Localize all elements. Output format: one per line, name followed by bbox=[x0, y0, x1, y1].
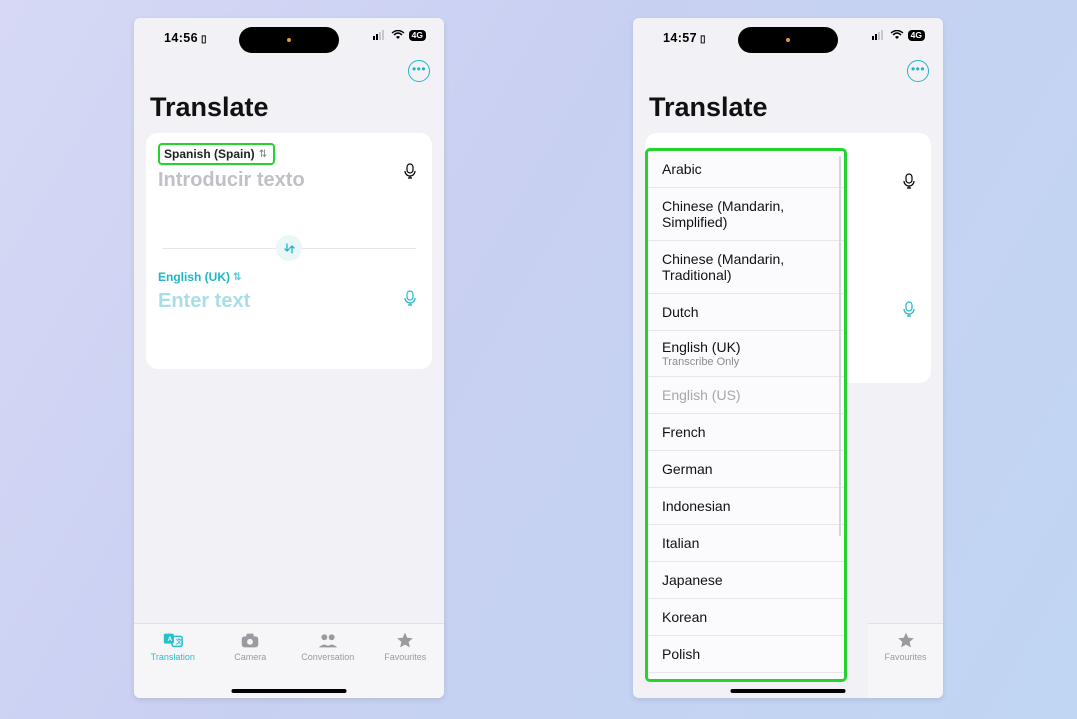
battery-mini-icon: ▯ bbox=[201, 34, 207, 45]
more-options-button[interactable]: ••• bbox=[408, 60, 430, 82]
translate-card: Spanish (Spain) ⇅ Introducir texto Engli… bbox=[146, 133, 432, 369]
language-name: Indonesian bbox=[662, 498, 830, 514]
language-option[interactable]: English (UK)Transcribe Only bbox=[648, 331, 844, 377]
wifi-icon bbox=[890, 30, 904, 40]
tab-bar: A文 Translation Camera Conversation Favou… bbox=[134, 623, 444, 698]
tab-favourites[interactable]: Favourites bbox=[367, 630, 445, 662]
page-title: Translate bbox=[134, 88, 444, 133]
language-list-popup: Arabic Chinese (Mandarin, Simplified) Chin… bbox=[645, 148, 847, 682]
language-name: Chinese (Mandarin, Traditional) bbox=[662, 251, 830, 283]
language-name: Arabic bbox=[662, 161, 830, 177]
language-name: Dutch bbox=[662, 304, 830, 320]
mic-target-button[interactable] bbox=[402, 290, 418, 306]
home-indicator[interactable] bbox=[731, 689, 846, 693]
status-icons: 4G bbox=[872, 30, 925, 41]
phone-left: 14:56▯ 4G ••• Translate Spanish (Spain) … bbox=[134, 18, 444, 698]
mic-source-button[interactable] bbox=[901, 173, 917, 194]
language-option[interactable]: Polish bbox=[648, 636, 844, 673]
tab-favourites[interactable]: Favourites bbox=[868, 623, 943, 698]
swap-languages-button[interactable] bbox=[276, 235, 302, 261]
language-option[interactable]: French bbox=[648, 414, 844, 451]
more-options-button[interactable]: ••• bbox=[907, 60, 929, 82]
home-indicator[interactable] bbox=[232, 689, 347, 693]
tab-label: Translation bbox=[151, 652, 195, 662]
language-option[interactable]: Japanese bbox=[648, 562, 844, 599]
language-option[interactable]: Arabic bbox=[648, 151, 844, 188]
target-language-selector[interactable]: English (UK) ⇅ bbox=[158, 270, 241, 284]
language-name: English (UK) bbox=[662, 339, 830, 355]
target-input[interactable]: Enter text bbox=[158, 290, 420, 313]
source-language-selector[interactable]: Spanish (Spain) ⇅ bbox=[158, 143, 275, 165]
signal-icon bbox=[872, 30, 886, 40]
nav-row: ••• bbox=[134, 54, 444, 88]
status-bar: 14:56▯ 4G bbox=[134, 18, 444, 54]
status-time: 14:56▯ bbox=[164, 31, 207, 45]
battery-mini-icon: ▯ bbox=[700, 34, 706, 45]
language-name: Japanese bbox=[662, 572, 830, 588]
language-option[interactable]: English (US) bbox=[648, 377, 844, 414]
language-name: French bbox=[662, 424, 830, 440]
language-name: Chinese (Mandarin, Simplified) bbox=[662, 198, 830, 230]
tab-label: Conversation bbox=[301, 652, 354, 662]
language-option[interactable]: Italian bbox=[648, 525, 844, 562]
status-time: 14:57▯ bbox=[663, 31, 706, 45]
language-name: Korean bbox=[662, 609, 830, 625]
language-option[interactable]: Dutch bbox=[648, 294, 844, 331]
language-option[interactable]: Chinese (Mandarin, Simplified) bbox=[648, 188, 844, 241]
status-icons: 4G bbox=[373, 30, 426, 41]
target-language-label: English (UK) bbox=[158, 270, 230, 284]
status-bar: 14:57▯ 4G bbox=[633, 18, 943, 54]
tab-conversation[interactable]: Conversation bbox=[289, 630, 367, 662]
svg-text:文: 文 bbox=[176, 637, 183, 646]
language-option[interactable]: Chinese (Mandarin, Traditional) bbox=[648, 241, 844, 294]
language-name: English (US) bbox=[662, 387, 830, 403]
dynamic-island bbox=[738, 27, 838, 53]
network-badge: 4G bbox=[908, 30, 925, 41]
language-option[interactable]: German bbox=[648, 451, 844, 488]
language-name: Polish bbox=[662, 646, 830, 662]
mic-target-button[interactable] bbox=[901, 301, 917, 322]
chevron-updown-icon: ⇅ bbox=[233, 272, 241, 283]
language-option[interactable]: Indonesian bbox=[648, 488, 844, 525]
tab-translation[interactable]: A文 Translation bbox=[134, 630, 212, 662]
dynamic-island bbox=[239, 27, 339, 53]
phone-right: 14:57▯ 4G ••• Translate Arabic Chinese (M… bbox=[633, 18, 943, 698]
status-time-text: 14:56 bbox=[164, 31, 198, 45]
tab-camera[interactable]: Camera bbox=[212, 630, 290, 662]
language-option[interactable]: Korean bbox=[648, 599, 844, 636]
source-language-label: Spanish (Spain) bbox=[164, 147, 255, 161]
nav-row: ••• bbox=[633, 54, 943, 88]
network-badge: 4G bbox=[409, 30, 426, 41]
page-title: Translate bbox=[633, 88, 943, 133]
language-list[interactable]: Arabic Chinese (Mandarin, Simplified) Chin… bbox=[648, 151, 844, 679]
status-time-text: 14:57 bbox=[663, 31, 697, 45]
swap-row bbox=[158, 234, 420, 262]
tab-label: Camera bbox=[234, 652, 266, 662]
svg-text:A: A bbox=[167, 636, 172, 643]
language-name: Italian bbox=[662, 535, 830, 551]
language-subtext: Transcribe Only bbox=[662, 356, 830, 368]
mic-source-button[interactable] bbox=[402, 163, 418, 179]
chevron-updown-icon: ⇅ bbox=[259, 149, 267, 160]
scrollbar[interactable] bbox=[839, 156, 841, 536]
language-name: German bbox=[662, 461, 830, 477]
tab-label: Favourites bbox=[884, 652, 926, 662]
source-input[interactable]: Introducir texto bbox=[158, 169, 420, 192]
tab-label: Favourites bbox=[384, 652, 426, 662]
wifi-icon bbox=[391, 30, 405, 40]
signal-icon bbox=[373, 30, 387, 40]
